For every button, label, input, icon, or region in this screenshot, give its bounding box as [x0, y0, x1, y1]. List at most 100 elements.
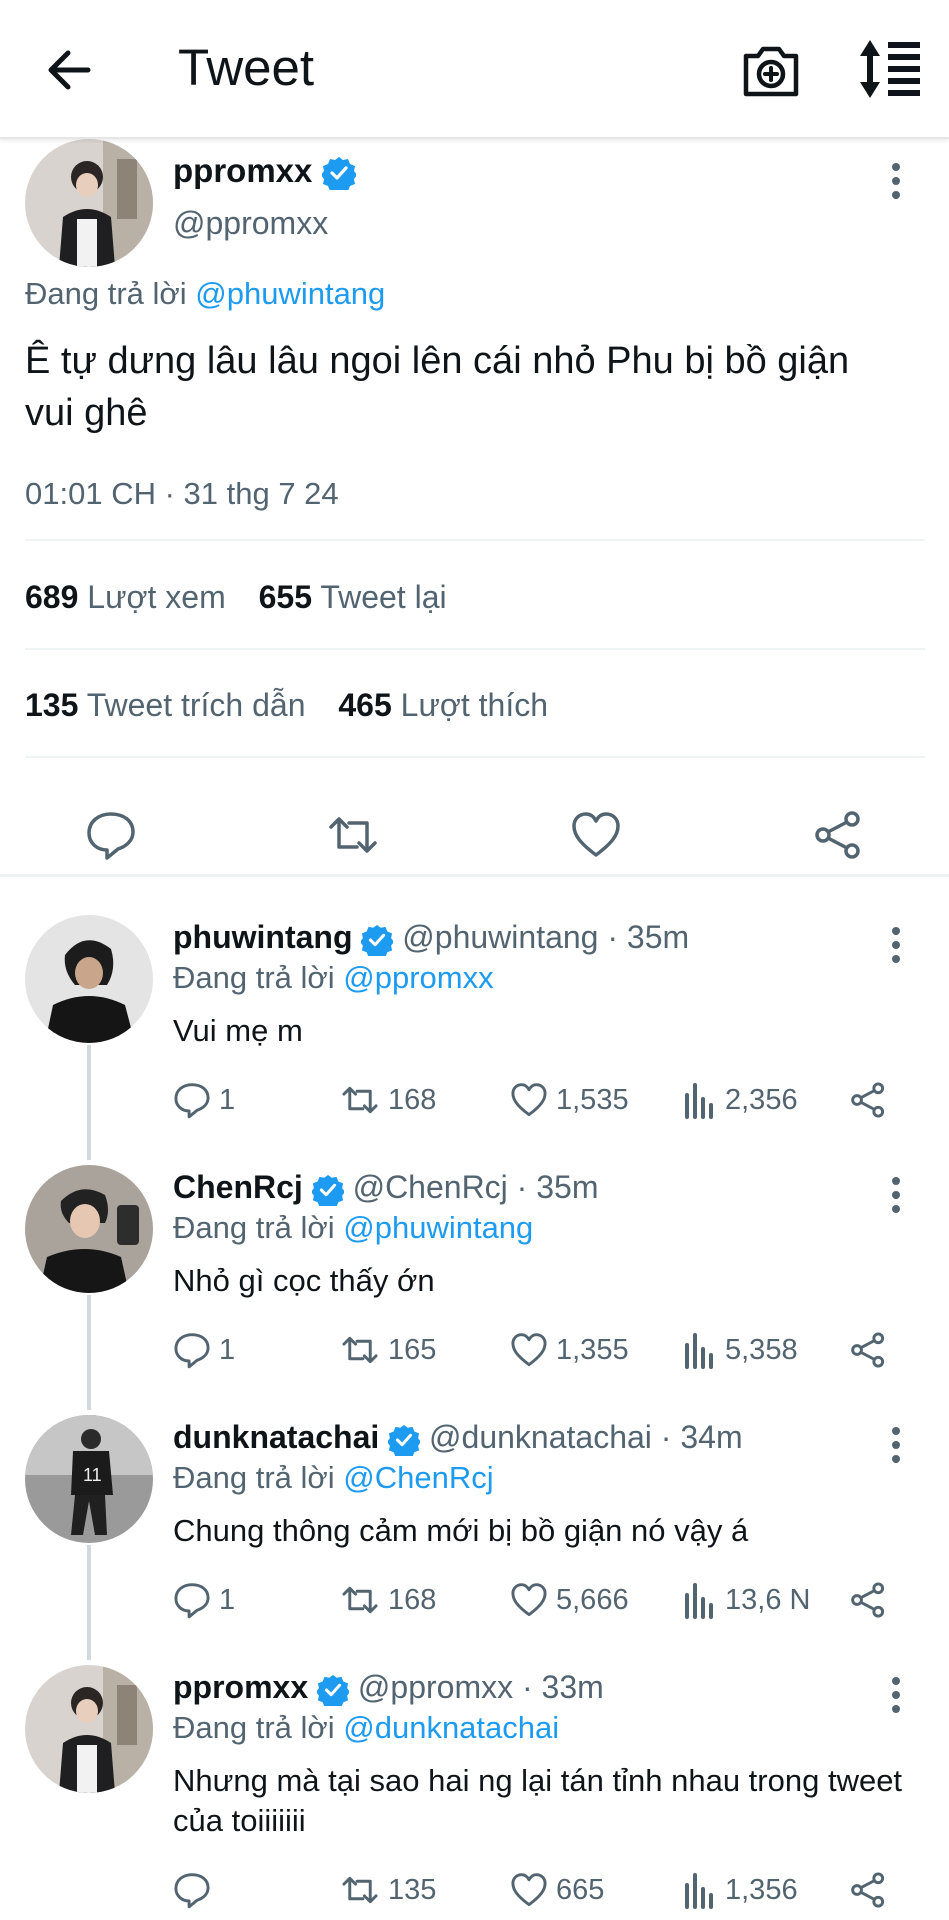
reply-icon[interactable]: [85, 809, 137, 861]
retweet-count: 165: [388, 1333, 437, 1366]
avatar[interactable]: [25, 139, 153, 267]
share-icon: [851, 1582, 885, 1618]
like-count: 1,355: [556, 1333, 629, 1366]
replying-to: Đang trả lời @phuwintang: [25, 274, 385, 314]
retweet-button[interactable]: 165: [340, 1325, 436, 1375]
main-tweet: ppromxx @ppromxx Đang trả lời @phuwintan…: [0, 139, 949, 879]
replying-to-link[interactable]: @ppromxx: [343, 960, 493, 995]
reply-tweet[interactable]: ChenRcj @ChenRcj · 35m Đang trả lời @phu…: [0, 1165, 949, 1395]
view-count: 13,6 N: [725, 1583, 811, 1616]
stats-row-views-retweets: 689 Lượt xem 655 Tweet lại: [25, 577, 447, 617]
replying-to: Đang trả lời @phuwintang: [173, 1207, 533, 1249]
like-icon: [511, 1083, 547, 1117]
reply-icon: [174, 1083, 210, 1119]
divider: [25, 648, 925, 650]
retweet-icon: [342, 1336, 378, 1364]
views-button[interactable]: 5,358: [683, 1325, 798, 1375]
reply-icon: [174, 1873, 210, 1909]
retweet-button[interactable]: 168: [340, 1075, 436, 1125]
share-button[interactable]: [849, 1575, 895, 1625]
views-button[interactable]: 13,6 N: [683, 1575, 810, 1625]
like-count: 1,535: [556, 1083, 629, 1116]
reply-button[interactable]: [173, 1865, 219, 1915]
reply-tweet[interactable]: phuwintang @phuwintang · 35m Đang trả lờ…: [0, 915, 949, 1145]
like-button[interactable]: 5,666: [510, 1575, 629, 1625]
views-stat[interactable]: 689 Lượt xem: [25, 579, 226, 615]
divider: [25, 539, 925, 541]
quotes-stat[interactable]: 135 Tweet trích dẫn: [25, 687, 305, 723]
avatar[interactable]: [25, 1165, 153, 1293]
more-options-icon[interactable]: [888, 1425, 904, 1465]
reply-button[interactable]: 1: [173, 1075, 235, 1125]
reply-actions: 1 168 1,535 2,356: [173, 1075, 913, 1125]
verified-badge-icon: [388, 1424, 421, 1456]
reply-text: Nhưng mà tại sao hai ng lại tán tỉnh nha…: [173, 1763, 903, 1838]
more-options-icon[interactable]: [888, 925, 904, 965]
reply-display-name[interactable]: phuwintang: [173, 919, 353, 955]
analytics-icon: [685, 1333, 713, 1369]
retweet-icon: [342, 1086, 378, 1114]
reply-author-row: dunknatachai @dunknatachai · 34m: [173, 1415, 743, 1459]
reply-tweet[interactable]: ppromxx @ppromxx · 33m Đang trả lời @dun…: [0, 1665, 949, 1920]
more-options-icon[interactable]: [888, 1675, 904, 1715]
like-icon: [511, 1583, 547, 1617]
avatar[interactable]: [25, 1665, 153, 1793]
verified-badge-icon: [361, 924, 394, 956]
retweet-count: 168: [388, 1083, 437, 1116]
share-button[interactable]: [849, 1325, 895, 1375]
like-icon[interactable]: [570, 809, 622, 861]
reply-display-name[interactable]: dunknatachai: [173, 1419, 379, 1455]
more-options-icon[interactable]: [888, 1175, 904, 1215]
sort-icon[interactable]: [856, 38, 924, 100]
reply-author-row: ChenRcj @ChenRcj · 35m: [173, 1165, 598, 1209]
tweet-action-bar: [0, 779, 949, 889]
author-display-name[interactable]: ppromxx: [173, 152, 312, 189]
replying-to: Đang trả lời @ChenRcj: [173, 1457, 494, 1499]
replying-to-link[interactable]: @phuwintang: [343, 1210, 533, 1245]
page-title: Tweet: [178, 39, 315, 96]
reply-text: Chung thông cảm mới bị bồ giận nó vậy á: [173, 1513, 749, 1548]
retweet-icon[interactable]: [327, 809, 379, 861]
arrow-left-icon[interactable]: [40, 40, 100, 100]
replying-to-link[interactable]: @ChenRcj: [343, 1460, 493, 1495]
views-button[interactable]: 1,356: [683, 1865, 798, 1915]
reply-button[interactable]: 1: [173, 1325, 235, 1375]
replying-prefix: Đang trả lời: [25, 276, 187, 311]
reply-tweet[interactable]: 11 dunknatachai @dunknatachai · 34m Đang…: [0, 1415, 949, 1645]
views-button[interactable]: 2,356: [683, 1075, 798, 1125]
replying-prefix: Đang trả lời: [173, 1460, 335, 1495]
retweet-button[interactable]: 135: [340, 1865, 436, 1915]
author-handle[interactable]: @ppromxx: [173, 203, 328, 243]
view-count: 2,356: [725, 1083, 798, 1116]
retweet-icon: [342, 1586, 378, 1614]
avatar[interactable]: 11: [25, 1415, 153, 1543]
replying-to-link[interactable]: @phuwintang: [195, 276, 385, 311]
divider: [25, 756, 925, 758]
replying-to: Đang trả lời @dunknatachai: [173, 1707, 559, 1749]
reply-text: Vui mẹ m: [173, 1013, 303, 1048]
reply-display-name[interactable]: ppromxx: [173, 1669, 308, 1705]
retweet-button[interactable]: 168: [340, 1575, 436, 1625]
like-button[interactable]: 1,535: [510, 1075, 629, 1125]
share-icon: [851, 1332, 885, 1368]
avatar[interactable]: [25, 915, 153, 1043]
reply-handle-time: @dunknatachai · 34m: [429, 1419, 743, 1455]
likes-stat[interactable]: 465 Lượt thích: [338, 687, 548, 723]
share-button[interactable]: [849, 1865, 895, 1915]
analytics-icon: [685, 1583, 713, 1619]
reply-actions: 1 165 1,355 5,358: [173, 1325, 913, 1375]
like-button[interactable]: 1,355: [510, 1325, 629, 1375]
verified-badge-icon: [317, 1674, 350, 1706]
reply-display-name[interactable]: ChenRcj: [173, 1169, 303, 1205]
replying-to-link[interactable]: @dunknatachai: [343, 1710, 559, 1745]
reply-count: 1: [219, 1083, 236, 1116]
more-options-icon[interactable]: [888, 161, 904, 201]
reply-author-row: phuwintang @phuwintang · 35m: [173, 915, 689, 959]
retweets-stat[interactable]: 655 Tweet lại: [259, 579, 447, 615]
like-icon: [511, 1333, 547, 1367]
camera-plus-icon[interactable]: [740, 38, 802, 100]
share-icon[interactable]: [812, 809, 864, 861]
reply-button[interactable]: 1: [173, 1575, 235, 1625]
share-button[interactable]: [849, 1075, 895, 1125]
like-button[interactable]: 665: [510, 1865, 604, 1915]
